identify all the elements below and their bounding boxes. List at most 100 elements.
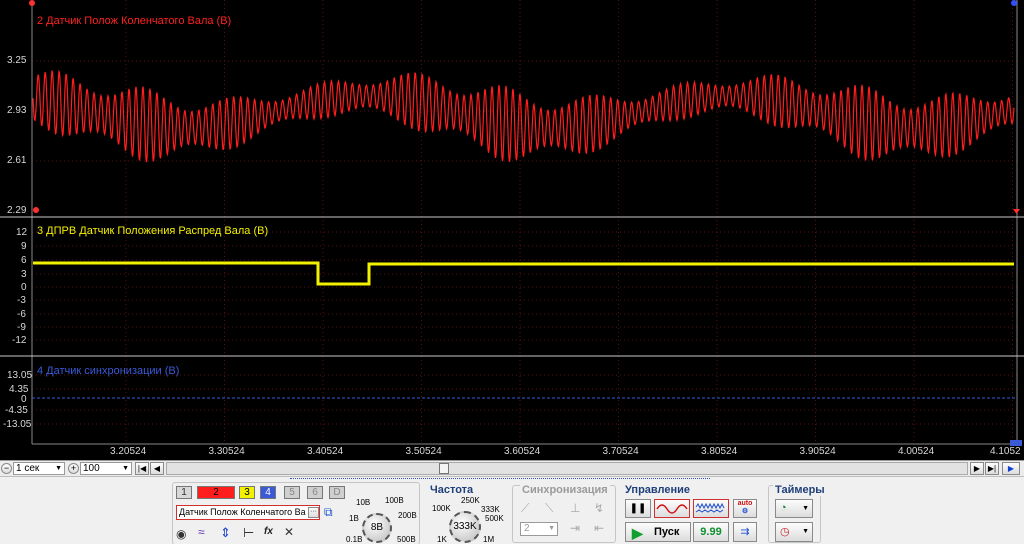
channel-tab-4[interactable]: 4 (260, 486, 276, 499)
x-tick-label: 3.80524 (701, 446, 738, 457)
frequency-label: 1M (483, 535, 495, 544)
channel-name-value: Датчик Полож Коленчатого Ва (179, 507, 306, 517)
dropdown-arrow-icon: ▼ (122, 465, 129, 472)
sync-level-icon[interactable]: ⊥ (570, 501, 580, 515)
scope-display[interactable]: 2 Датчик Полож Коленчатого Вала (В) 3 ДП… (0, 0, 1024, 460)
sync-title: Синхронизация (520, 484, 610, 496)
counter-value: 9.99 (700, 526, 722, 538)
invert-icon[interactable]: ⇕ (220, 525, 231, 541)
zoom-value: 100 (83, 463, 100, 474)
voltage-dial[interactable]: 8В (362, 513, 392, 543)
oscilloscope-app: 2 Датчик Полож Коленчатого Вала (В) 3 ДП… (0, 0, 1024, 544)
channel-2-zero-marker[interactable] (33, 207, 39, 213)
channel-settings-icon[interactable]: ⧉ (324, 505, 340, 521)
ch3-y-tick: -12 (12, 335, 27, 346)
x-tick-label: 3.60524 (504, 446, 541, 457)
x-tick-label: 3.50524 (405, 446, 442, 457)
sync-post-icon[interactable]: ⇤ (594, 521, 604, 535)
time-scrollbar[interactable] (166, 462, 968, 475)
clock-icon: ◷ (780, 526, 790, 538)
ch3-y-tick: 9 (21, 241, 27, 252)
ch3-y-tick: 3 (21, 269, 27, 280)
filter-icon[interactable]: ≈ (198, 525, 205, 539)
noise-wave-icon (695, 502, 725, 513)
timer-1-button[interactable]: ◔ ▼ (775, 499, 813, 518)
ch2-y-tick: 2.61 (7, 155, 27, 166)
x-tick-label: 3.70524 (602, 446, 639, 457)
timer-2-button[interactable]: ◷ ▼ (775, 522, 813, 542)
play-scroll-button[interactable]: ▶ (1002, 462, 1020, 475)
frequency-label: 500K (485, 514, 504, 523)
zoom-in-icon[interactable]: + (68, 463, 79, 474)
timebase-bar: − 1 сек ▼ + 100 ▼ |◀ ◀ ▶ ▶| ▶ (0, 460, 1024, 476)
channel-tab-d[interactable]: D (329, 486, 345, 499)
start-button[interactable]: ▶ Пуск (625, 522, 691, 542)
channel-2-waveform (32, 69, 1015, 163)
sync-pre-icon[interactable]: ⇥ (570, 521, 580, 535)
auto-gear-icon: ⚙ (741, 508, 749, 515)
zoom-out-icon[interactable]: − (1, 463, 12, 474)
start-label: Пуск (654, 526, 680, 538)
dropdown-arrow-icon: ▼ (548, 525, 555, 532)
x-tick-label: 3.40524 (307, 446, 344, 457)
channel-2-level-marker[interactable] (1013, 209, 1020, 214)
frequency-value: 333K (453, 521, 477, 532)
channel-tab-6[interactable]: 6 (307, 486, 323, 499)
x-tick-label: 3.90524 (799, 446, 836, 457)
auto-button[interactable]: auto ⚙ (733, 499, 757, 518)
ch3-y-tick: -3 (17, 295, 26, 306)
go-start-button[interactable]: |◀ (135, 462, 149, 475)
channel-tab-2[interactable]: 2 (197, 486, 235, 499)
ch3-y-tick: 6 (21, 255, 27, 266)
frequency-label: 333K (481, 505, 500, 514)
single-sweep-button[interactable] (654, 499, 690, 518)
trigger-marker-right[interactable] (1011, 0, 1017, 6)
auto-label: auto (737, 500, 753, 507)
channel-tab-3[interactable]: 3 (239, 486, 255, 499)
control-panel: 1 2 3 4 5 6 D Датчик Полож Коленчатого В… (0, 476, 1024, 544)
timebase-value: 1 сек (16, 463, 40, 474)
timebase-select[interactable]: 1 сек ▼ (13, 462, 65, 475)
continuous-sweep-button[interactable] (693, 499, 729, 518)
ch3-y-tick: -6 (17, 309, 26, 320)
sync-channel-select[interactable]: 2 ▼ (520, 522, 558, 536)
eye-icon[interactable]: ◉ (176, 527, 186, 541)
timers-title: Таймеры (773, 484, 827, 496)
ch3-y-tick: -9 (17, 322, 26, 333)
channel-tab-1[interactable]: 1 (176, 486, 192, 499)
grid-lines (32, 0, 1017, 444)
sync-auto-icon[interactable]: ↯ (594, 501, 604, 515)
x-tick-label: 3.20524 (110, 446, 147, 457)
voltage-label: 1В (349, 514, 359, 523)
more-icon[interactable]: ··· (308, 507, 319, 518)
tools-icon[interactable]: ✕ (284, 525, 294, 539)
channel-name-select[interactable]: Датчик Полож Коленчатого Ва (176, 505, 320, 520)
channel-tab-5[interactable]: 5 (284, 486, 300, 499)
offset-icon[interactable]: ⊢ (243, 525, 254, 541)
ch2-y-tick: 2.93 (7, 105, 27, 116)
step-forward-button[interactable]: ▶ (970, 462, 984, 475)
function-icon[interactable]: fx (264, 526, 273, 537)
sync-channel-value: 2 (524, 523, 530, 534)
zoom-select[interactable]: 100 ▼ (80, 462, 132, 475)
voltage-value: 8В (370, 522, 384, 533)
ch2-y-tick: 2.29 (7, 205, 27, 216)
counter-display[interactable]: 9.99 (693, 522, 729, 542)
channel-3-title: 3 ДПРВ Датчик Положения Распред Вала (В) (37, 225, 269, 237)
ch4-y-tick: -13.05 (3, 419, 32, 430)
auto-setup-button[interactable]: ⇉ (733, 522, 757, 542)
step-back-button[interactable]: ◀ (150, 462, 164, 475)
scroll-thumb[interactable] (439, 463, 449, 474)
go-end-button[interactable]: ▶| (985, 462, 999, 475)
ch3-y-tick: 12 (16, 227, 28, 238)
stopwatch-icon: ◔ (780, 502, 787, 514)
sync-rising-icon[interactable]: ⟋ (521, 501, 529, 516)
frequency-dial[interactable]: 333K (449, 511, 481, 543)
frequency-label: 1K (437, 535, 447, 544)
x-tick-label: 4.1052 (990, 446, 1021, 457)
frequency-label: 250K (461, 496, 480, 505)
pause-button[interactable]: ❚❚ (625, 499, 651, 518)
sync-falling-icon[interactable]: ⟍ (545, 501, 553, 516)
trigger-marker-left[interactable] (29, 0, 35, 6)
ch4-y-tick: 13.05 (7, 370, 33, 381)
